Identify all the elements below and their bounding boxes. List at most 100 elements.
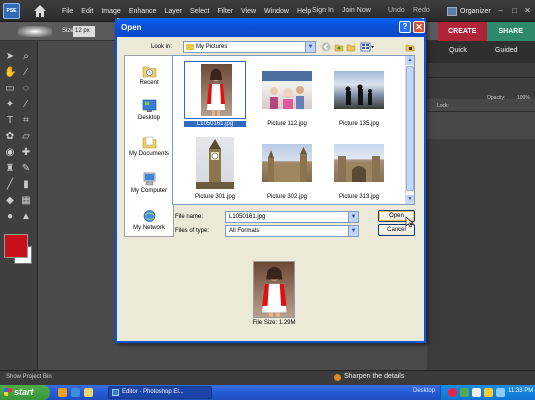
sign-in-link[interactable]: Sign In — [312, 7, 334, 14]
home-icon[interactable] — [33, 4, 47, 18]
gradient-tool-icon[interactable]: ▦ — [20, 195, 32, 207]
zoom-tool-icon[interactable]: ⌕ — [20, 51, 32, 63]
join-now-link[interactable]: Join Now — [342, 7, 371, 14]
organizer-button[interactable]: Organizer — [447, 5, 491, 17]
healing-brush-tool-icon[interactable]: ✚ — [20, 147, 32, 159]
place-label: My Network — [133, 225, 165, 231]
menu-layer[interactable]: Layer — [164, 8, 182, 15]
place-my-network[interactable]: My Network — [125, 209, 173, 231]
folder-quicklaunch-icon[interactable] — [84, 388, 93, 397]
ie-quicklaunch-icon[interactable] — [71, 388, 80, 397]
brush-tool-icon[interactable]: ╱ — [4, 179, 16, 191]
move-tool-icon[interactable]: ➤ — [4, 51, 16, 63]
sponge-tool-icon[interactable]: ▲ — [20, 211, 32, 223]
magic-wand-tool-icon[interactable]: ✦ — [4, 99, 16, 111]
red-eye-tool-icon[interactable]: ◉ — [4, 147, 16, 159]
views-menu-icon[interactable] — [360, 42, 375, 52]
pencil-tool-icon[interactable]: ✎ — [20, 163, 32, 175]
marquee-tool-icon[interactable]: ▭ — [4, 83, 16, 95]
maximize-icon[interactable]: □ — [510, 6, 519, 15]
crop-tool-icon[interactable]: ⌗ — [20, 115, 32, 127]
status-bar: Show Project Bin Sharpen the details — [0, 370, 535, 385]
tab-quick[interactable]: Quick — [449, 47, 467, 54]
chevron-down-icon[interactable]: ▼ — [305, 42, 315, 52]
eyedropper-tool-icon[interactable]: ⁄ — [20, 67, 32, 79]
lock-label: Lock: — [437, 103, 449, 109]
menu-file[interactable]: File — [62, 8, 73, 15]
blur-tool-icon[interactable]: ● — [4, 211, 16, 223]
paint-bucket-tool-icon[interactable]: ◆ — [4, 195, 16, 207]
panel-divider — [427, 77, 535, 78]
browser-quicklaunch-icon[interactable] — [58, 388, 67, 397]
file-list-scrollbar[interactable]: ▲ ▼ — [405, 56, 414, 204]
hand-tool-icon[interactable]: ✋ — [4, 67, 16, 79]
up-folder-icon[interactable] — [334, 42, 344, 52]
tray-icon[interactable] — [448, 388, 457, 397]
back-icon[interactable] — [321, 42, 331, 52]
scroll-up-icon[interactable]: ▲ — [406, 56, 414, 65]
start-button[interactable]: start — [0, 385, 50, 400]
tray-icon[interactable] — [460, 388, 469, 397]
tab-create[interactable]: CREATE — [438, 22, 487, 41]
lasso-tool-icon[interactable]: ◌ — [20, 83, 32, 95]
place-my-documents[interactable]: My Documents — [125, 135, 173, 157]
tray-icon[interactable] — [472, 388, 481, 397]
tab-guided[interactable]: Guided — [495, 47, 518, 54]
menu-select[interactable]: Select — [190, 8, 209, 15]
menu-window[interactable]: Window — [264, 8, 289, 15]
tab-share[interactable]: SHARE — [486, 22, 535, 41]
organizer-label: Organizer — [460, 7, 491, 15]
tip-icon — [334, 374, 341, 381]
place-label: Recent — [139, 80, 159, 86]
look-in-select[interactable]: My Pictures ▼ — [183, 41, 316, 53]
eraser-tool-icon[interactable]: ▮ — [20, 179, 32, 191]
thumbnail-image — [334, 71, 384, 109]
desktop-toolbar-label[interactable]: Desktop — [413, 388, 435, 394]
chevron-down-icon[interactable]: ▼ — [348, 226, 358, 236]
show-project-bin-toggle[interactable]: Show Project Bin — [6, 374, 52, 380]
dialog-titlebar[interactable]: Open ? ✕ — [115, 18, 426, 37]
places-bar: Recent Desktop My Documents My Computer … — [124, 55, 174, 237]
place-label: Desktop — [137, 115, 160, 121]
close-button[interactable]: ✕ — [413, 21, 425, 33]
adobe-dialog-icon[interactable] — [405, 42, 415, 52]
file-name-input[interactable]: L1050161.jpg ▼ — [225, 211, 359, 223]
files-of-type-label: Files of type: — [175, 228, 210, 234]
app-close-icon[interactable]: ✕ — [523, 6, 532, 15]
menu-enhance[interactable]: Enhance — [129, 8, 157, 15]
menu-view[interactable]: View — [241, 8, 256, 15]
straighten-tool-icon[interactable]: ▱ — [20, 131, 32, 143]
help-button[interactable]: ? — [399, 21, 411, 33]
opacity-value[interactable]: 100% — [517, 95, 530, 101]
files-of-type-select[interactable]: All Formats ▼ — [225, 225, 359, 237]
redo-button[interactable]: Redo — [413, 7, 430, 14]
look-in-value: My Pictures — [196, 44, 228, 50]
clone-stamp-tool-icon[interactable]: ♜ — [4, 163, 16, 175]
place-recent[interactable]: Recent — [125, 64, 173, 86]
selection-brush-tool-icon[interactable]: ⁄ — [20, 99, 32, 111]
toolbox: ➤ ⌕ ✋ ⁄ ▭ ◌ ✦ ⁄ T ⌗ ✿ ▱ ◉ ✚ ♜ ✎ ╱ ▮ ◆ ▦ … — [0, 41, 38, 370]
thumbnail-image — [201, 64, 232, 116]
mode-tabs: CREATE SHARE — [438, 22, 535, 41]
taskbar-item-editor[interactable]: Editor - Photoshop El... — [108, 386, 212, 399]
tray-icon[interactable] — [496, 388, 505, 397]
menu-image[interactable]: Image — [101, 8, 120, 15]
foreground-color-swatch[interactable] — [4, 234, 28, 258]
brush-preview[interactable] — [18, 26, 52, 37]
menu-edit[interactable]: Edit — [81, 8, 93, 15]
menu-filter[interactable]: Filter — [217, 8, 233, 15]
scroll-down-icon[interactable]: ▼ — [406, 195, 414, 204]
place-label: My Computer — [130, 188, 167, 194]
new-folder-icon[interactable] — [346, 42, 356, 52]
undo-button[interactable]: Undo — [388, 7, 405, 14]
scroll-thumb[interactable] — [406, 66, 414, 191]
cookie-cutter-tool-icon[interactable]: ✿ — [4, 131, 16, 143]
size-field[interactable]: 12 px — [73, 26, 95, 37]
chevron-down-icon[interactable]: ▼ — [348, 212, 358, 222]
place-my-computer[interactable]: My Computer — [125, 172, 173, 194]
tray-icon[interactable] — [484, 388, 493, 397]
type-tool-icon[interactable]: T — [4, 115, 16, 127]
menu-help[interactable]: Help — [297, 8, 311, 15]
place-desktop[interactable]: Desktop — [125, 99, 173, 121]
minimize-icon[interactable]: – — [496, 6, 505, 15]
